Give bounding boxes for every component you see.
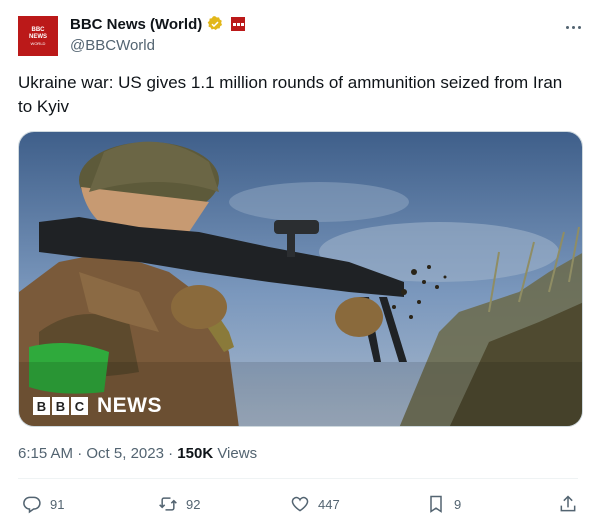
tweet-card: BBC NEWS WORLD BBC News (World) @BBCWorl… bbox=[0, 0, 596, 526]
display-name[interactable]: BBC News (World) bbox=[70, 16, 202, 33]
bookmark-count: 9 bbox=[454, 496, 462, 512]
repost-count: 92 bbox=[186, 496, 201, 512]
meta-separator-2: · bbox=[168, 445, 174, 462]
share-icon bbox=[560, 495, 576, 512]
avatar-text-mid: NEWS bbox=[29, 33, 47, 40]
divider bbox=[18, 478, 578, 479]
heart-icon bbox=[291, 496, 309, 512]
tweet-meta: 6:15 AM · Oct 5, 2023 · 150K Views bbox=[18, 445, 257, 462]
like-count: 447 bbox=[318, 496, 340, 512]
reply-count: 91 bbox=[50, 496, 65, 512]
meta-separator: · bbox=[77, 445, 83, 462]
bbc-news-watermark: B B C NEWS bbox=[33, 394, 162, 418]
avatar-text-bottom: WORLD bbox=[30, 40, 46, 46]
bbc-news-word: NEWS bbox=[97, 394, 162, 417]
soldier-photo bbox=[19, 132, 582, 426]
tweet-time[interactable]: 6:15 AM bbox=[18, 445, 73, 462]
bbc-letter-b1: B bbox=[33, 397, 50, 415]
avatar-text-top: BBC bbox=[31, 26, 45, 33]
bbc-letter-c: C bbox=[71, 397, 88, 415]
affiliate-badge-icon[interactable] bbox=[231, 17, 246, 31]
like-button[interactable]: 447 bbox=[290, 494, 340, 514]
repost-button[interactable]: 92 bbox=[158, 494, 200, 514]
views-count: 150K bbox=[177, 445, 214, 462]
bookmark-icon bbox=[430, 495, 442, 513]
tweet-media-image[interactable]: B B C NEWS bbox=[18, 131, 583, 427]
tweet-date[interactable]: Oct 5, 2023 bbox=[86, 445, 164, 462]
author-name-row: BBC News (World) bbox=[70, 15, 246, 33]
share-button[interactable] bbox=[558, 494, 578, 514]
repost-icon bbox=[159, 497, 177, 511]
handle[interactable]: @BBCWorld bbox=[70, 37, 155, 54]
reply-icon bbox=[23, 496, 41, 514]
bookmark-button[interactable]: 9 bbox=[426, 494, 461, 514]
tweet-text: Ukraine war: US gives 1.1 million rounds… bbox=[18, 73, 563, 116]
verified-badge-icon[interactable] bbox=[206, 15, 224, 33]
more-options-icon[interactable] bbox=[560, 18, 586, 36]
avatar[interactable]: BBC NEWS WORLD bbox=[18, 16, 58, 56]
reply-button[interactable]: 91 bbox=[22, 494, 64, 514]
views-label: Views bbox=[217, 445, 258, 462]
bbc-letter-b2: B bbox=[52, 397, 69, 415]
